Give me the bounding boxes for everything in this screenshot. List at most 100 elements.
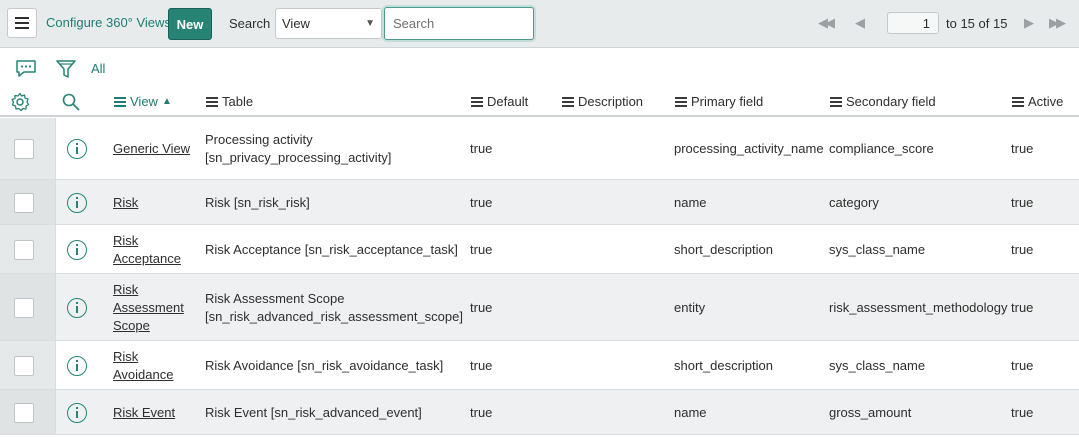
search-label: Search: [229, 16, 271, 31]
column-menu-icon[interactable]: [206, 95, 218, 109]
cell-line: Avoidance: [113, 366, 174, 382]
column-view[interactable]: View ▲: [114, 94, 172, 109]
chat-bubble-icon[interactable]: [15, 60, 37, 78]
column-menu-icon[interactable]: [830, 95, 842, 109]
column-view-label: View: [130, 94, 158, 109]
table-row[interactable]: Risk Assessment Scope Risk Assessment Scope…: [0, 274, 1079, 341]
column-menu-icon[interactable]: [471, 95, 483, 109]
table-cell: Risk Assessment Scope [sn_risk_advanced_r…: [205, 290, 463, 326]
row-select-cell: [0, 274, 56, 340]
info-icon[interactable]: [67, 192, 87, 213]
cell-line: Risk Avoidance [sn_risk_avoidance_task]: [205, 357, 444, 373]
cell-line: Processing activity: [205, 132, 313, 147]
page-number-input[interactable]: [887, 12, 939, 34]
cell-line: [sn_risk_advanced_risk_assessment_scope]: [205, 308, 463, 324]
new-button[interactable]: New: [168, 8, 212, 40]
last-page-icon[interactable]: ▶▶: [1049, 15, 1066, 31]
search-input[interactable]: [384, 7, 534, 40]
active-cell: true: [1011, 241, 1034, 257]
view-link[interactable]: Risk Event: [113, 404, 175, 422]
info-icon[interactable]: [67, 355, 87, 376]
table-cell: Processing activity [sn_privacy_processin…: [205, 131, 391, 167]
table-row[interactable]: Risk Event Risk Event [sn_risk_advanced_e…: [0, 390, 1079, 435]
active-cell: true: [1011, 357, 1034, 373]
info-icon[interactable]: [67, 139, 87, 159]
column-description[interactable]: Description: [562, 94, 643, 109]
column-table[interactable]: Table: [206, 94, 253, 109]
column-menu-icon[interactable]: [562, 95, 574, 109]
column-table-label: Table: [222, 94, 254, 109]
context-menu-button[interactable]: [7, 8, 37, 38]
previous-page-icon[interactable]: ◀: [855, 15, 865, 31]
row-checkbox[interactable]: [14, 402, 34, 423]
row-checkbox[interactable]: [14, 355, 34, 376]
primary-field-cell: name: [674, 194, 707, 210]
column-secondary-field-label: Secondary field: [846, 94, 936, 109]
first-page-icon[interactable]: ◀◀: [818, 15, 835, 31]
table-row[interactable]: Generic View Processing activity [sn_priva…: [0, 118, 1079, 180]
column-default[interactable]: Default: [471, 94, 528, 109]
search-field-select[interactable]: View ▼: [275, 8, 382, 39]
list-title[interactable]: Configure 360° Views: [46, 15, 171, 30]
column-secondary-field[interactable]: Secondary field: [830, 94, 936, 109]
gear-icon[interactable]: [10, 92, 30, 112]
cell-line: Risk Assessment Scope: [205, 290, 345, 306]
secondary-field-cell: sys_class_name: [829, 241, 926, 257]
secondary-field-cell: sys_class_name: [829, 357, 926, 373]
primary-field-cell: processing_activity_name: [674, 141, 824, 156]
info-icon[interactable]: [67, 239, 87, 260]
column-primary-field[interactable]: Primary field: [675, 94, 763, 109]
secondary-field-cell: gross_amount: [829, 404, 912, 420]
column-menu-icon[interactable]: [675, 95, 687, 109]
column-menu-icon[interactable]: [1012, 95, 1024, 109]
cell-line: Risk [sn_risk_risk]: [205, 194, 310, 210]
row-select-cell: [0, 390, 56, 434]
cell-line: [sn_privacy_processing_activity]: [205, 150, 392, 165]
row-checkbox[interactable]: [14, 192, 34, 213]
table-cell: Risk Acceptance [sn_risk_acceptance_task…: [205, 241, 458, 259]
column-description-label: Description: [578, 94, 644, 109]
chevron-down-icon: ▼: [365, 18, 375, 29]
row-select-cell: [0, 180, 56, 224]
list-header: Configure 360° Views New Search View ▼ ◀…: [0, 0, 1079, 48]
default-cell: true: [470, 357, 493, 373]
cell-line: Risk Event [sn_risk_advanced_event]: [205, 404, 422, 420]
filter-icon[interactable]: [56, 59, 76, 79]
cell-line: Risk: [113, 194, 139, 210]
primary-field-cell: entity: [674, 299, 706, 315]
info-icon[interactable]: [67, 402, 87, 423]
primary-field-cell: short_description: [674, 357, 773, 373]
info-icon[interactable]: [67, 297, 87, 318]
view-link[interactable]: Risk Avoidance: [113, 348, 173, 384]
view-link[interactable]: Risk: [113, 194, 138, 212]
column-active[interactable]: Active: [1012, 94, 1063, 109]
default-cell: true: [470, 299, 493, 315]
next-page-icon[interactable]: ▶: [1024, 15, 1034, 31]
filter-bar: All: [0, 49, 1079, 87]
row-select-cell: [0, 225, 56, 273]
row-checkbox[interactable]: [14, 139, 34, 159]
cell-line: Risk: [113, 348, 139, 364]
primary-field-cell: name: [674, 404, 707, 420]
primary-field-cell: short_description: [674, 241, 773, 257]
table-row[interactable]: Risk Risk [sn_risk_risk] true name category t…: [0, 180, 1079, 225]
default-cell: true: [470, 141, 493, 156]
table-row[interactable]: Risk Acceptance Risk Acceptance [sn_risk_a…: [0, 225, 1079, 274]
table-body: Generic View Processing activity [sn_priva…: [0, 118, 1079, 435]
row-select-cell: [0, 118, 56, 179]
cell-line: Generic View: [113, 141, 191, 156]
default-cell: true: [470, 404, 493, 420]
active-cell: true: [1011, 194, 1034, 210]
secondary-field-cell: risk_assessment_methodology: [829, 299, 1008, 315]
row-checkbox[interactable]: [14, 297, 34, 318]
view-link[interactable]: Risk Acceptance: [113, 232, 181, 268]
table-row[interactable]: Risk Avoidance Risk Avoidance [sn_risk_avo…: [0, 341, 1079, 390]
row-select-cell: [0, 341, 56, 389]
breadcrumb-all[interactable]: All: [91, 61, 105, 76]
view-link[interactable]: Generic View: [113, 140, 190, 158]
cell-line: Scope: [113, 317, 150, 333]
view-link[interactable]: Risk Assessment Scope: [113, 281, 184, 335]
row-checkbox[interactable]: [14, 239, 34, 260]
search-icon[interactable]: [61, 92, 81, 112]
column-menu-icon[interactable]: [114, 95, 126, 109]
